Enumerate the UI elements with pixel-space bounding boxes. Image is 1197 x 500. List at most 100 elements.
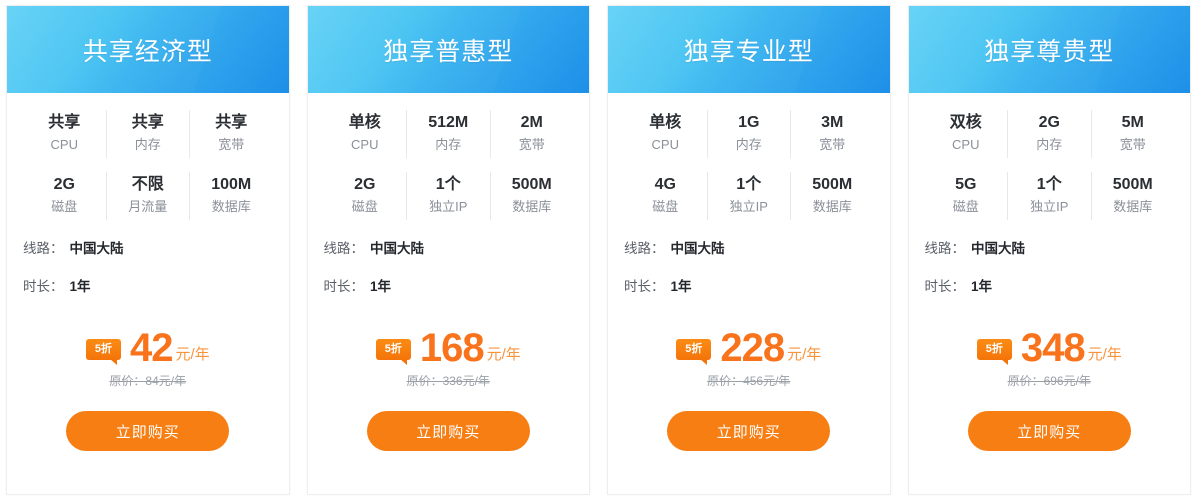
spec-row: 5G 磁盘 1个 独立IP 500M 数据库 (925, 172, 1175, 220)
buy-now-button[interactable]: 立即购买 (66, 411, 230, 451)
attribute-key: 线路： (23, 241, 64, 256)
buy-button-wrap: 立即购买 (324, 389, 574, 451)
original-price: 原价：336元/年 (406, 374, 490, 388)
spec-label: CPU (952, 137, 980, 152)
spec-label: 独立IP (729, 199, 768, 214)
card-header: 独享尊贵型 (908, 6, 1190, 93)
pricing-card[interactable]: 独享普惠型 单核 CPU 512M 内存 2M 宽带 2G 磁盘 1个 独立IP… (306, 5, 590, 495)
buy-now-button[interactable]: 立即购买 (366, 411, 530, 451)
spec-label: 内存 (735, 137, 762, 152)
spec-value: 100M (211, 176, 252, 193)
attribute-row-duration: 时长： 1年 (925, 277, 1175, 297)
spec-label: 独立IP (1030, 199, 1069, 214)
spec-label: 磁盘 (51, 199, 78, 214)
spec-value: 双核 (949, 114, 982, 131)
plan-title: 共享经济型 (82, 37, 213, 66)
spec-cell: 4G 磁盘 (624, 172, 707, 220)
attribute-value: 1年 (69, 279, 91, 294)
spec-cell: 1个 独立IP (406, 172, 490, 220)
card-body: 共享 CPU 共享 内存 共享 宽带 2G 磁盘 不限 月流量 100M 数据库… (7, 93, 289, 494)
attribute-list: 线路： 中国大陆 时长： 1年 (925, 220, 1175, 297)
spec-cell: 500M 数据库 (790, 172, 874, 220)
attribute-row-line: 线路： 中国大陆 (324, 239, 574, 259)
spec-cell: 2M 宽带 (489, 110, 574, 158)
price-line: 5折 42 元/年 (23, 326, 273, 370)
spec-row: 单核 CPU 1G 内存 3M 宽带 (624, 110, 874, 158)
spec-cell: 2G 磁盘 (324, 172, 407, 220)
card-body: 单核 CPU 1G 内存 3M 宽带 4G 磁盘 1个 独立IP 500M 数据… (608, 93, 890, 494)
discount-badge: 5折 (976, 339, 1012, 365)
spec-cell: 共享 宽带 (189, 110, 273, 158)
price-block: 5折 228 元/年 原价：456元/年 (624, 297, 874, 389)
attribute-value: 1年 (971, 279, 993, 294)
spec-cell: 1个 独立IP (706, 172, 791, 220)
original-price: 原价：696元/年 (1007, 374, 1091, 388)
spec-cell: 1个 独立IP (1007, 172, 1091, 220)
attribute-row-duration: 时长： 1年 (624, 277, 874, 297)
attribute-list: 线路： 中国大陆 时长： 1年 (624, 220, 874, 297)
attribute-value: 1年 (370, 279, 392, 294)
attribute-key: 线路： (924, 241, 966, 256)
spec-cell: 100M 数据库 (189, 172, 273, 220)
buy-now-button[interactable]: 立即购买 (667, 411, 831, 451)
price-block: 5折 348 元/年 原价：696元/年 (925, 297, 1175, 389)
buy-now-button[interactable]: 立即购买 (967, 411, 1131, 451)
spec-cell: 3M 宽带 (790, 110, 874, 158)
spec-cell: 500M 数据库 (489, 172, 574, 220)
spec-label: CPU (50, 137, 78, 152)
spec-value: 共享 (215, 114, 248, 131)
card-header: 独享普惠型 (307, 6, 589, 93)
spec-label: 数据库 (1113, 199, 1153, 214)
spec-value: 共享 (131, 114, 164, 131)
spec-label: 宽带 (819, 137, 846, 152)
discount-badge: 5折 (676, 339, 712, 365)
price-amount: 42 (129, 326, 173, 370)
original-price: 原价：84元/年 (109, 374, 187, 388)
spec-value: 4G (654, 176, 676, 193)
card-body: 双核 CPU 2G 内存 5M 宽带 5G 磁盘 1个 独立IP 500M 数据… (909, 93, 1191, 494)
discount-badge: 5折 (85, 339, 121, 365)
attribute-key: 线路： (323, 241, 365, 256)
attribute-value: 中国大陆 (370, 241, 424, 256)
buy-button-wrap: 立即购买 (624, 389, 874, 451)
attribute-value: 中国大陆 (670, 241, 725, 256)
attribute-row-line: 线路： 中国大陆 (925, 239, 1175, 259)
price-unit: 元/年 (1087, 346, 1122, 363)
original-price: 原价：456元/年 (707, 374, 791, 388)
spec-cell: 共享 内存 (105, 110, 190, 158)
buy-button-wrap: 立即购买 (925, 389, 1175, 451)
pricing-card[interactable]: 独享尊贵型 双核 CPU 2G 内存 5M 宽带 5G 磁盘 1个 独立IP 5… (907, 5, 1191, 495)
price-unit: 元/年 (486, 346, 521, 363)
spec-value: 2G (1038, 114, 1060, 131)
spec-label: 数据库 (211, 199, 251, 214)
spec-value: 1个 (736, 176, 762, 193)
plan-title: 独享尊贵型 (984, 37, 1115, 66)
spec-label: 数据库 (812, 199, 852, 214)
spec-label: 内存 (1036, 137, 1063, 152)
price-line: 5折 348 元/年 (925, 326, 1175, 370)
price-block: 5折 42 元/年 原价：84元/年 (23, 297, 273, 389)
spec-value: 5G (955, 176, 977, 193)
spec-value: 500M (812, 176, 853, 193)
spec-label: 宽带 (1119, 137, 1146, 152)
spec-label: CPU (351, 137, 379, 152)
attribute-list: 线路： 中国大陆 时长： 1年 (23, 220, 273, 297)
pricing-card[interactable]: 共享经济型 共享 CPU 共享 内存 共享 宽带 2G 磁盘 不限 月流量 10… (6, 5, 290, 495)
spec-value: 不限 (131, 176, 164, 193)
plan-title: 独享普惠型 (383, 37, 514, 66)
spec-value: 单核 (348, 114, 381, 131)
attribute-row-duration: 时长： 1年 (23, 277, 273, 297)
spec-value: 1个 (435, 176, 461, 193)
spec-grid: 单核 CPU 1G 内存 3M 宽带 4G 磁盘 1个 独立IP 500M 数据… (624, 93, 874, 220)
card-header: 独享专业型 (608, 6, 890, 93)
price-amount: 348 (1020, 326, 1086, 370)
spec-label: 内存 (134, 137, 161, 152)
pricing-card[interactable]: 独享专业型 单核 CPU 1G 内存 3M 宽带 4G 磁盘 1个 独立IP 5… (607, 5, 891, 495)
spec-label: 磁盘 (351, 199, 378, 214)
spec-label: 磁盘 (952, 199, 979, 214)
spec-cell: 512M 内存 (406, 110, 490, 158)
spec-value: 5M (1121, 114, 1144, 131)
price-amount: 168 (419, 326, 485, 370)
spec-value: 1G (738, 114, 760, 131)
attribute-key: 时长： (924, 279, 966, 294)
